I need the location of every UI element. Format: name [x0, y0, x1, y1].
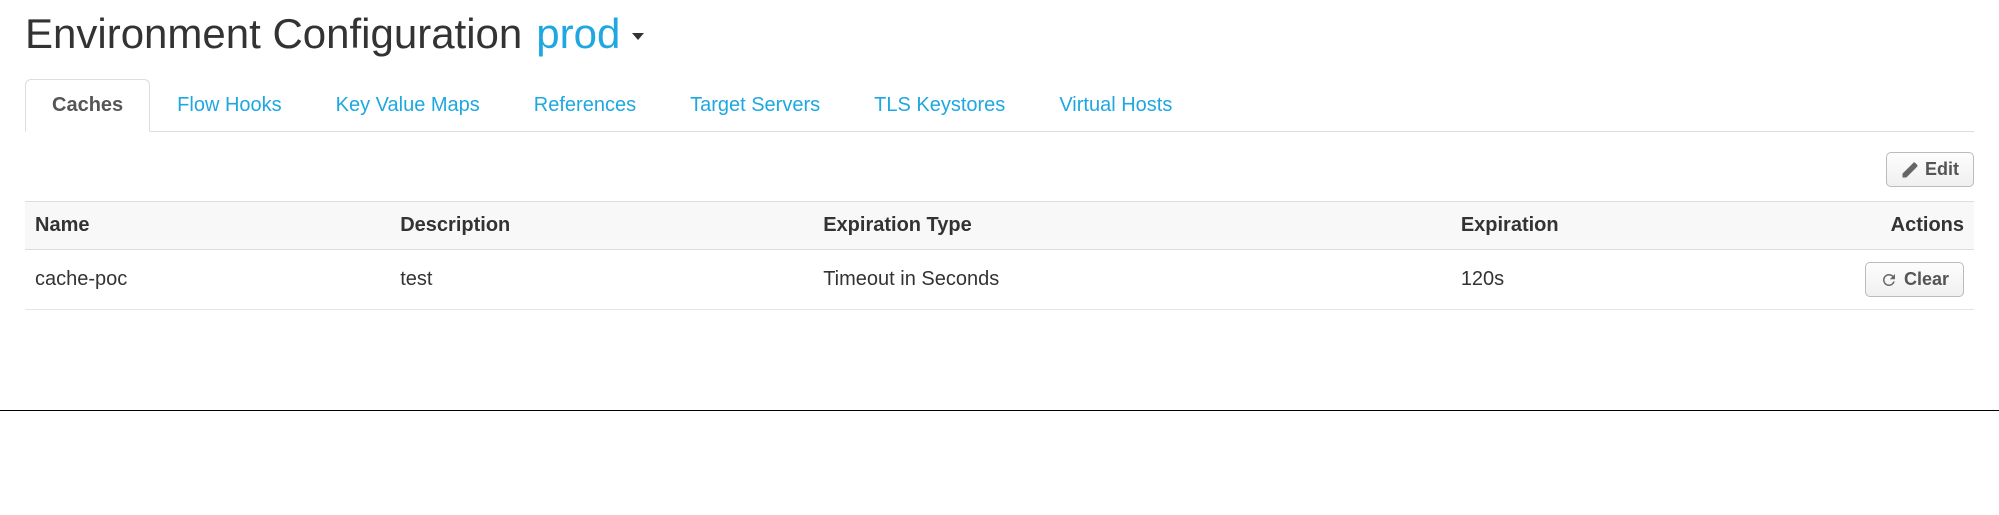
cell-name: cache-poc	[25, 250, 390, 310]
caches-table: Name Description Expiration Type Expirat…	[25, 201, 1974, 310]
clear-button[interactable]: Clear	[1865, 262, 1964, 297]
tab-virtual-hosts[interactable]: Virtual Hosts	[1032, 79, 1199, 132]
edit-button-label: Edit	[1925, 159, 1959, 180]
refresh-icon	[1880, 271, 1898, 289]
table-header-row: Name Description Expiration Type Expirat…	[25, 202, 1974, 250]
col-header-expiration: Expiration	[1451, 202, 1834, 250]
cell-expiration: 120s	[1451, 250, 1834, 310]
table-row: cache-poc test Timeout in Seconds 120s C…	[25, 250, 1974, 310]
col-header-expiration-type: Expiration Type	[813, 202, 1451, 250]
chevron-down-icon	[632, 33, 644, 40]
environment-name: prod	[536, 10, 620, 58]
tab-caches[interactable]: Caches	[25, 79, 150, 132]
environment-dropdown[interactable]: prod	[536, 10, 644, 58]
cell-expiration-type: Timeout in Seconds	[813, 250, 1451, 310]
tab-references[interactable]: References	[507, 79, 663, 132]
edit-button[interactable]: Edit	[1886, 152, 1974, 187]
col-header-description: Description	[390, 202, 813, 250]
tab-key-value-maps[interactable]: Key Value Maps	[309, 79, 507, 132]
col-header-actions: Actions	[1834, 202, 1974, 250]
tabs-bar: Caches Flow Hooks Key Value Maps Referen…	[25, 78, 1974, 132]
col-header-name: Name	[25, 202, 390, 250]
tab-tls-keystores[interactable]: TLS Keystores	[847, 79, 1032, 132]
cell-actions: Clear	[1834, 250, 1974, 310]
clear-button-label: Clear	[1904, 269, 1949, 290]
tab-flow-hooks[interactable]: Flow Hooks	[150, 79, 308, 132]
tab-target-servers[interactable]: Target Servers	[663, 79, 847, 132]
toolbar: Edit	[25, 152, 1974, 187]
pencil-icon	[1901, 161, 1919, 179]
divider	[0, 410, 1999, 411]
page-title: Environment Configuration	[25, 10, 522, 58]
cell-description: test	[390, 250, 813, 310]
